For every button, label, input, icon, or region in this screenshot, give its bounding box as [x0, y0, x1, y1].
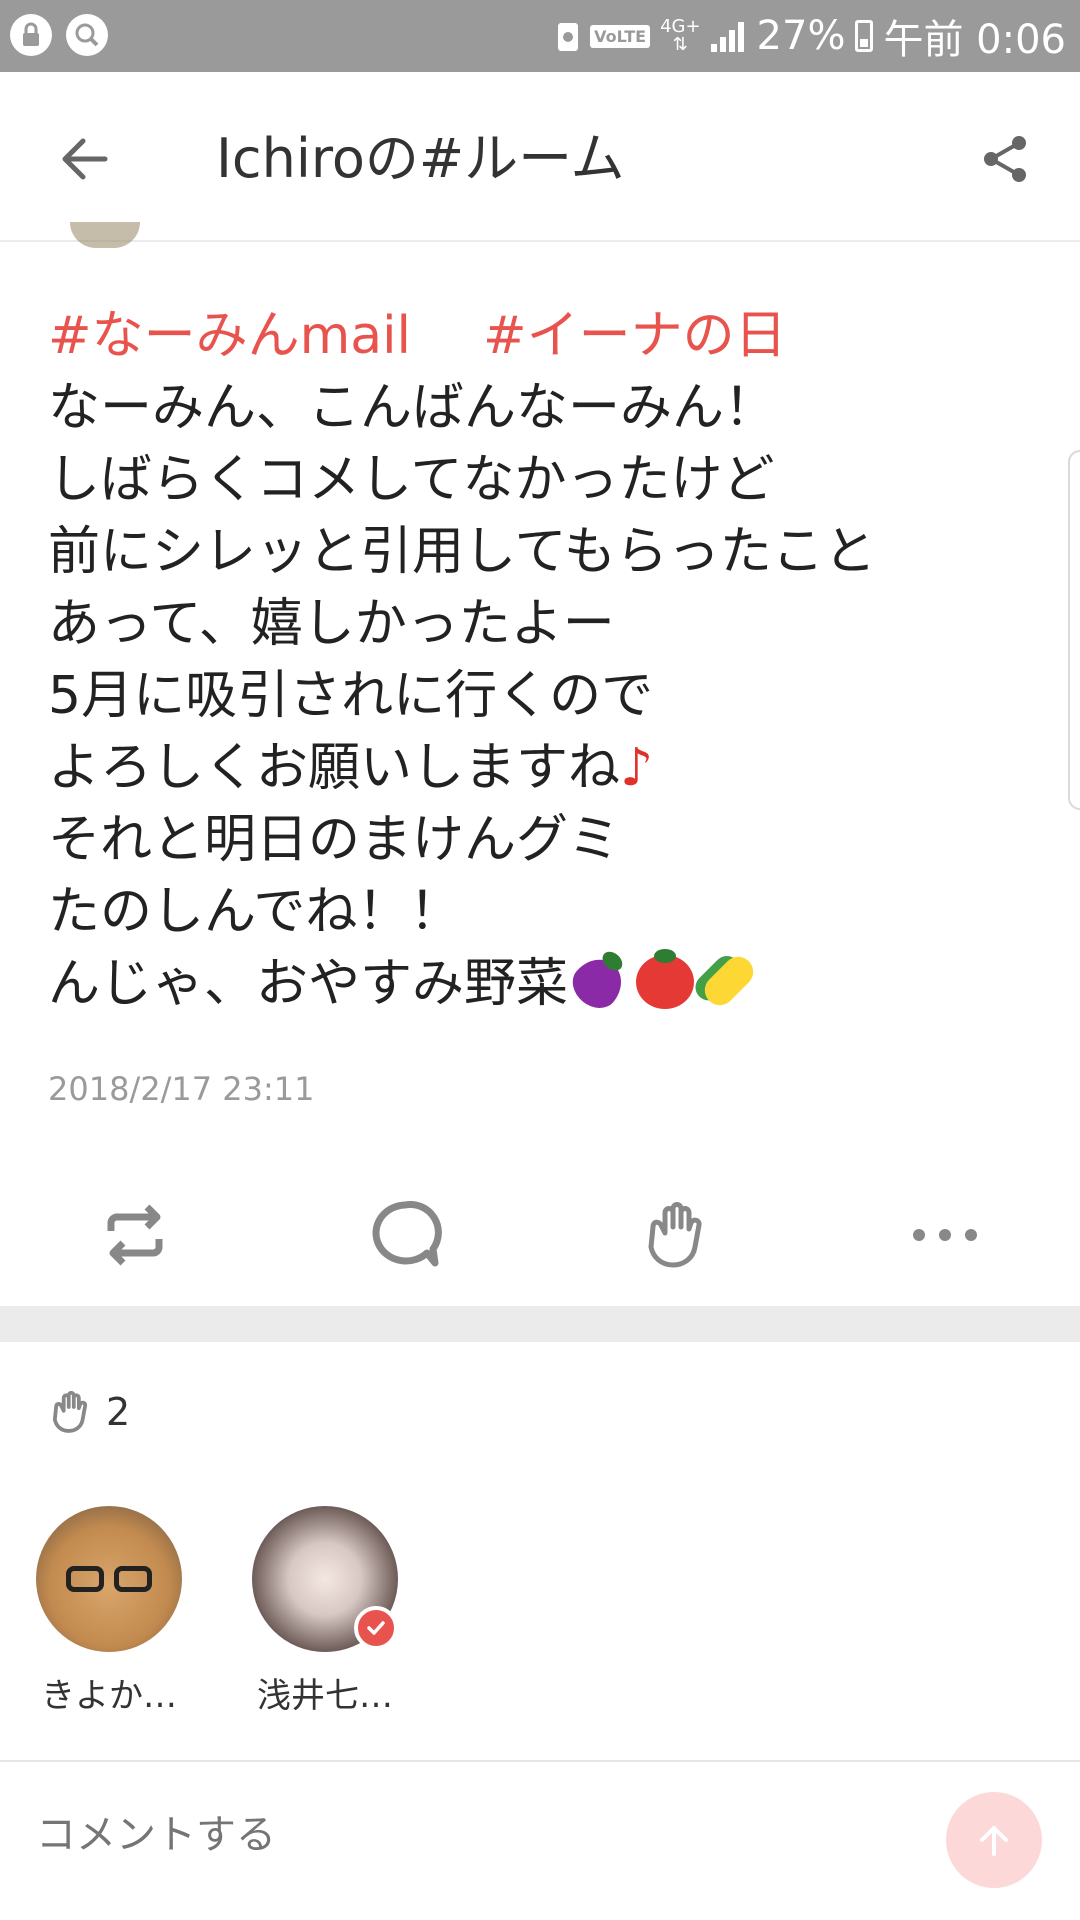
lock-icon — [10, 14, 52, 56]
avatar[interactable] — [36, 1506, 182, 1652]
back-button[interactable] — [50, 124, 120, 194]
clapper-item[interactable]: 浅井七… — [252, 1506, 398, 1717]
post-line: それと明日のまけんグミ — [48, 810, 621, 870]
recycle-icon — [558, 23, 579, 51]
battery-percent: 27% — [756, 13, 846, 59]
repost-button[interactable] — [80, 1180, 190, 1290]
post-line: たのしんでね！！ — [48, 882, 462, 942]
corn-icon — [698, 950, 760, 1012]
post-actions — [0, 1180, 1080, 1290]
more-icon — [913, 1229, 977, 1241]
post-line: なーみん、こんばんなーみん！ — [48, 378, 777, 438]
share-icon — [984, 136, 1026, 182]
hashtag-row: #なーみんmail #イーナの日 — [48, 300, 1008, 372]
clap-count-row[interactable]: 2 — [46, 1388, 130, 1436]
hashtag-link[interactable]: #イーナの日 — [483, 300, 787, 372]
comment-input[interactable] — [36, 1812, 856, 1858]
post-timestamp: 2018/2/17 23:11 — [48, 1070, 315, 1108]
verified-badge-icon — [354, 1606, 398, 1650]
post-line: しばらくコメしてなかったけど — [48, 450, 775, 510]
clapper-name: 浅井七… — [257, 1676, 393, 1716]
hashtag-link[interactable]: #なーみんmail — [48, 300, 411, 372]
arrow-left-icon — [62, 138, 108, 180]
glasses-icon — [66, 1566, 152, 1592]
clock: 午前 0:06 — [883, 17, 1066, 63]
arrow-up-icon — [980, 1826, 1008, 1856]
clap-count: 2 — [106, 1390, 131, 1434]
post-body: #なーみんmail #イーナの日 なーみん、こんばんなーみん！ しばらくコメして… — [48, 300, 1008, 1020]
section-divider — [0, 1306, 1080, 1342]
network-indicator: 4G+ ⇅ — [660, 16, 701, 55]
post-line: あって、嬉しかったよー — [48, 594, 615, 654]
comment-bar — [0, 1760, 1080, 1920]
clapper-name: きよか… — [41, 1676, 177, 1716]
clap-button[interactable] — [620, 1180, 730, 1290]
search-icon — [66, 14, 108, 56]
post-line: んじゃ、おやすみ野菜 — [48, 948, 1008, 1020]
music-note-icon: ♪ — [620, 738, 654, 798]
send-button[interactable] — [946, 1792, 1042, 1888]
clap-icon — [648, 1202, 702, 1268]
signal-icon — [710, 20, 747, 52]
post-line: 前にシレッと引用してもらったこと — [48, 522, 876, 582]
share-button[interactable] — [970, 124, 1040, 194]
battery-icon — [855, 20, 874, 52]
comment-button[interactable] — [350, 1180, 460, 1290]
status-bar: VoLTE 4G+ ⇅ 27% 午前 0:06 — [0, 0, 1080, 72]
author-avatar-partial[interactable] — [70, 222, 140, 248]
more-button[interactable] — [890, 1180, 1000, 1290]
clapper-list: きよか… 浅井七… — [36, 1506, 398, 1717]
post-line: 5月に吸引されに行くので — [48, 666, 654, 726]
app-header: Ichiroの#ルーム — [0, 72, 1080, 242]
clap-icon — [52, 1390, 88, 1433]
tomato-icon — [636, 949, 695, 1009]
comment-icon — [372, 1201, 442, 1267]
clapper-item[interactable]: きよか… — [36, 1506, 182, 1717]
page-title: Ichiroの#ルーム — [216, 127, 625, 190]
eggplant-icon — [564, 949, 632, 1017]
volte-indicator: VoLTE — [590, 24, 651, 48]
scroll-indicator — [1068, 450, 1080, 810]
repost-icon — [107, 1204, 163, 1266]
avatar[interactable] — [252, 1506, 398, 1652]
post-line: よろしくお願いしますね♪ — [48, 738, 654, 798]
